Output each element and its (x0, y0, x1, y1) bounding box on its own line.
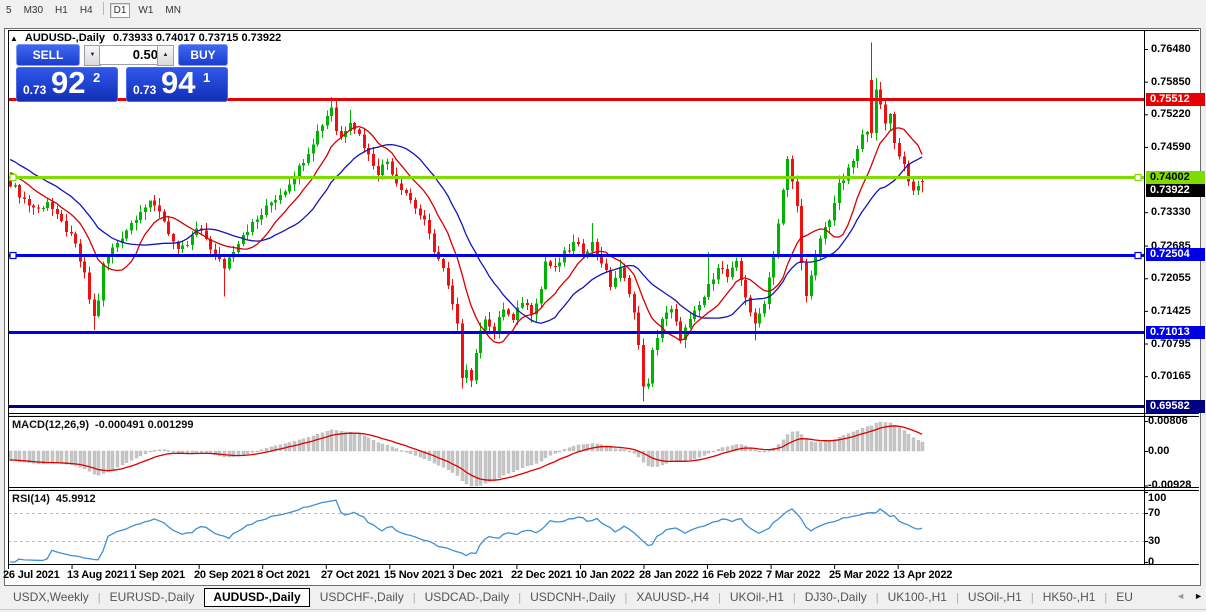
timeframe-button-m30[interactable]: M30 (20, 3, 47, 18)
timeframe-button-mn[interactable]: MN (161, 3, 185, 18)
volume-increase-button[interactable]: ▲ (157, 45, 174, 66)
symbol-tab-usdcnh-daily[interactable]: USDCNH-,Daily (521, 587, 624, 608)
tab-scroll-right-icon[interactable]: ► (1194, 591, 1203, 601)
symbol-tab-uk100-h1[interactable]: UK100-,H1 (879, 587, 956, 608)
sell-price-pip: 2 (93, 70, 101, 85)
symbol-tab-usdcad-daily[interactable]: USDCAD-,Daily (416, 587, 519, 608)
macd-values: -0.000491 0.001299 (95, 419, 194, 431)
rsi-pane-label: RSI(14) 45.9912 (12, 493, 96, 505)
sell-price-digits: 92 (51, 65, 86, 100)
buy-price-prefix: 0.73 (133, 83, 157, 97)
symbol-tab-usdchf-daily[interactable]: USDCHF-,Daily (311, 587, 413, 608)
buy-price-display[interactable]: 0.73 94 1 (126, 65, 228, 102)
trade-panel-top-row: SELL ▼ 0.50 ▲ BUY (16, 44, 228, 66)
sell-button[interactable]: SELL (16, 44, 80, 66)
toolbar-separator (102, 2, 104, 16)
symbol-tabs: USDX,Weekly | EURUSD-,Daily AUDUSD-,Daily US… (4, 587, 1172, 609)
buy-price-pip: 1 (203, 70, 211, 85)
timeframe-button-h1[interactable]: H1 (51, 3, 72, 18)
timeframe-toolbar: 5 M30 H1 H4 D1 W1 MN (0, 0, 1206, 28)
volume-input[interactable]: 0.50 (99, 45, 163, 65)
collapse-arrow-icon[interactable]: ▲ (10, 34, 18, 43)
symbol-tab-usdx-weekly[interactable]: USDX,Weekly (4, 587, 98, 608)
buy-price-digits: 94 (161, 65, 196, 100)
rsi-value: 45.9912 (55, 493, 96, 505)
chart-ohlc-values: 0.73933 0.74017 0.73715 0.73922 (113, 32, 282, 44)
symbol-tab-eu[interactable]: EU (1107, 587, 1142, 608)
symbol-tab-usoil-h1[interactable]: USOil-,H1 (959, 587, 1031, 608)
symbol-tab-eurusd-daily[interactable]: EURUSD-,Daily (101, 587, 204, 608)
trading-terminal: { "toolbar": { "timeframe_buttons": ["5"… (0, 0, 1206, 612)
rsi-name: RSI(14) (12, 493, 50, 505)
one-click-trading-panel: SELL ▼ 0.50 ▲ BUY 0.73 92 2 0.73 94 1 (16, 44, 228, 102)
symbol-tab-ukoil-h1[interactable]: UKOil-,H1 (721, 587, 793, 608)
symbol-tab-bar: USDX,Weekly | EURUSD-,Daily AUDUSD-,Daily US… (0, 587, 1206, 609)
sell-price-display[interactable]: 0.73 92 2 (16, 65, 118, 102)
macd-name: MACD(12,26,9) (12, 419, 90, 431)
tab-scroll-arrows: ◄ ► (1176, 591, 1203, 601)
symbol-tab-audusd-daily[interactable]: AUDUSD-,Daily (204, 588, 310, 607)
volume-spinner: ▼ 0.50 ▲ (84, 45, 174, 66)
timeframe-button-h4[interactable]: H4 (76, 3, 97, 18)
timeframe-button-w1[interactable]: W1 (134, 3, 157, 18)
chart-title: ▲ AUDUSD-,Daily 0.73933 0.74017 0.73715 0.… (10, 32, 281, 44)
price-chart[interactable] (4, 28, 1200, 585)
symbol-tab-xauusd-h4[interactable]: XAUUSD-,H4 (627, 587, 718, 608)
timeframe-button-5[interactable]: 5 (2, 3, 16, 18)
macd-pane-label: MACD(12,26,9) -0.000491 0.001299 (12, 419, 194, 431)
symbol-tab-dj30-daily[interactable]: DJ30-,Daily (796, 587, 876, 608)
symbol-tab-hk50-h1[interactable]: HK50-,H1 (1034, 587, 1105, 608)
tab-scroll-left-icon[interactable]: ◄ (1176, 591, 1185, 601)
chart-symbol-label: AUDUSD-,Daily (24, 32, 105, 44)
buy-button[interactable]: BUY (178, 44, 228, 66)
sell-price-prefix: 0.73 (23, 83, 47, 97)
timeframe-button-d1[interactable]: D1 (109, 3, 131, 18)
